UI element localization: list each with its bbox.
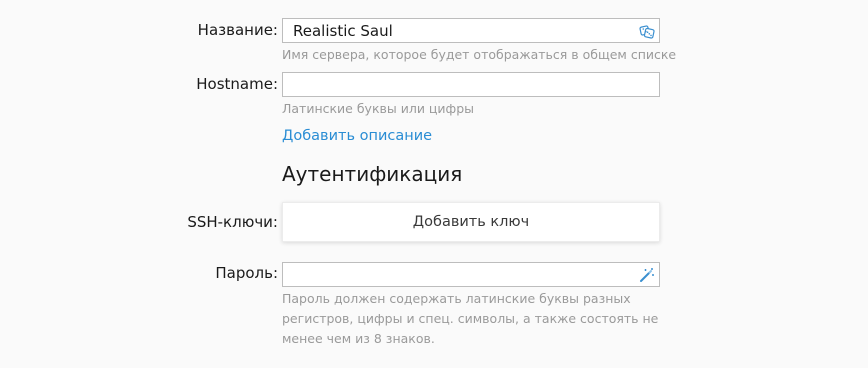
name-hint: Имя сервера, которое будет отображаться …: [282, 47, 677, 62]
hostname-input[interactable]: [282, 72, 660, 97]
add-description-link[interactable]: Добавить описание: [282, 128, 432, 144]
ssh-keys-label: SSH-ключи:: [187, 213, 278, 231]
password-hint: Пароль должен содержать латинские буквы …: [282, 291, 659, 346]
add-key-button-label: Добавить ключ: [412, 214, 530, 230]
name-input-value[interactable]: Realistic Saul: [293, 22, 393, 40]
password-input[interactable]: [282, 262, 660, 287]
auth-heading: Аутентификация: [282, 162, 463, 186]
name-label: Название:: [197, 21, 278, 39]
name-input[interactable]: Realistic Saul: [282, 18, 660, 43]
dice-icon[interactable]: [639, 23, 655, 39]
add-key-button[interactable]: Добавить ключ: [282, 202, 660, 242]
password-label: Пароль:: [215, 264, 278, 282]
hostname-label: Hostname:: [196, 75, 278, 93]
magic-wand-icon[interactable]: [639, 267, 655, 283]
hostname-hint: Латинские буквы или цифры: [282, 101, 475, 116]
